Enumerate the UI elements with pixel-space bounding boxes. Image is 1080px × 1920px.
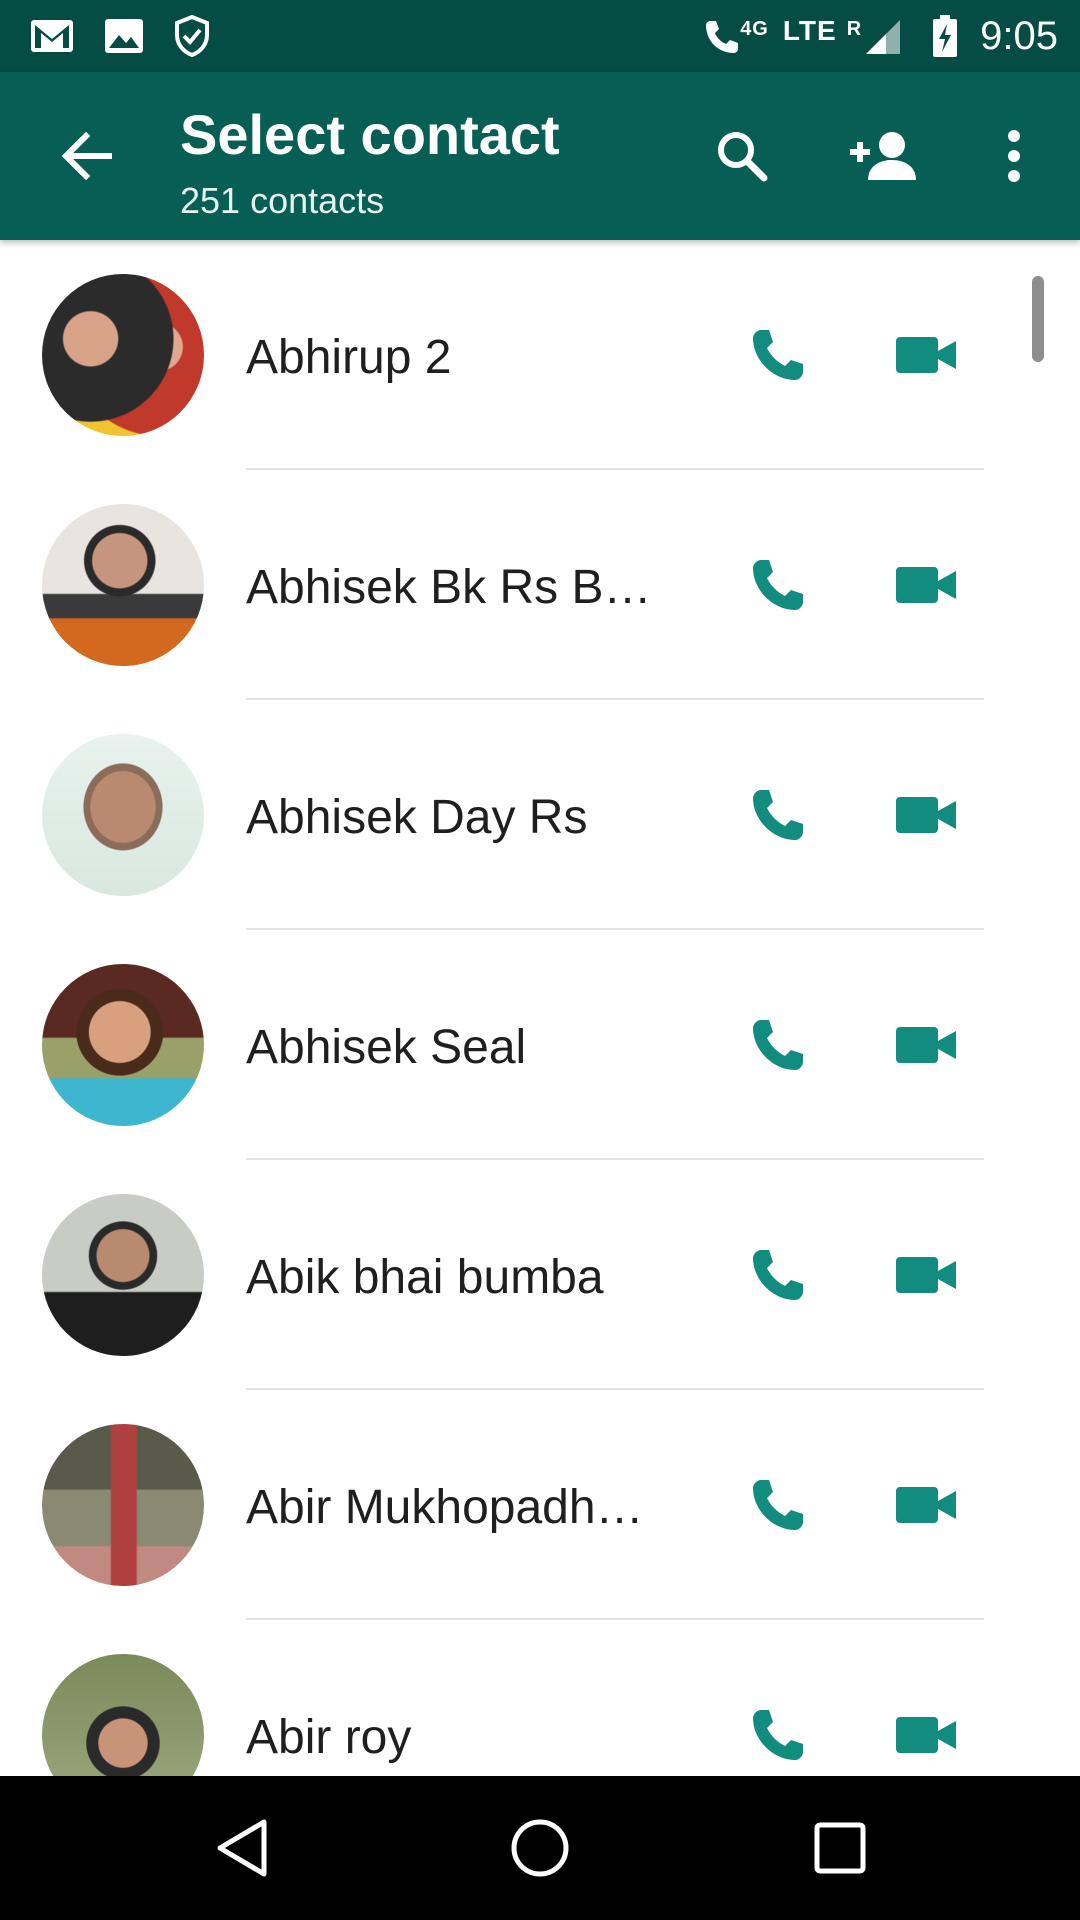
shield-check-icon — [174, 15, 210, 57]
contact-row[interactable]: Abhirup 2 — [0, 240, 1080, 470]
image-icon — [104, 18, 144, 54]
voice-call-button[interactable] — [738, 315, 818, 395]
contact-name: Abhirup 2 — [246, 331, 452, 384]
contact-row[interactable]: Abik bhai bumba — [0, 1160, 1080, 1390]
app-bar: Select contact 251 contacts — [0, 72, 1080, 240]
status-left — [30, 15, 240, 57]
nav-home-button[interactable] — [490, 1798, 590, 1898]
status-right: 4G LTE R 9:05 — [688, 14, 1058, 59]
videocam-icon — [896, 567, 956, 603]
gmail-icon — [30, 19, 74, 53]
video-call-button[interactable] — [886, 775, 966, 855]
nav-recents-button[interactable] — [790, 1798, 890, 1898]
videocam-icon — [896, 1487, 956, 1523]
phone-icon — [753, 330, 803, 380]
contact-name: Abik bhai bumba — [246, 1251, 604, 1304]
avatar — [42, 1194, 204, 1356]
voice-call-button[interactable] — [738, 1005, 818, 1085]
search-icon — [718, 132, 768, 182]
contact-name: Abir Mukhopadh… — [246, 1481, 644, 1534]
page-title: Select contact — [180, 103, 560, 166]
contact-count: 251 contacts — [180, 180, 385, 221]
videocam-icon — [896, 337, 956, 373]
phone-icon — [753, 1710, 803, 1760]
videocam-icon — [896, 1717, 956, 1753]
avatar — [42, 964, 204, 1126]
video-call-button[interactable] — [886, 1465, 966, 1545]
avatar — [42, 1424, 204, 1586]
phone-icon — [753, 1250, 803, 1300]
contact-row[interactable]: Abir Mukhopadh… — [0, 1390, 1080, 1620]
contact-row[interactable]: Abir roy — [0, 1620, 1080, 1776]
videocam-icon — [896, 797, 956, 833]
contact-row[interactable]: Abhisek Seal — [0, 930, 1080, 1160]
avatar — [42, 274, 204, 436]
avatar — [42, 1654, 204, 1776]
add-contact-button[interactable] — [844, 116, 924, 196]
scrollbar[interactable] — [1032, 276, 1044, 362]
contact-name: Abhisek Seal — [246, 1021, 527, 1074]
back-button[interactable] — [46, 116, 126, 196]
search-button[interactable] — [702, 116, 782, 196]
phone-icon — [753, 1480, 803, 1530]
more-options-button[interactable] — [974, 116, 1054, 196]
phone-icon — [753, 1020, 803, 1070]
voice-call-button[interactable] — [738, 1235, 818, 1315]
phone-icon — [753, 560, 803, 610]
network-type-label: 4G — [740, 17, 769, 40]
video-call-button[interactable] — [886, 315, 966, 395]
videocam-icon — [896, 1257, 956, 1293]
video-call-button[interactable] — [886, 1005, 966, 1085]
avatar — [42, 734, 204, 896]
voice-call-button[interactable] — [738, 775, 818, 855]
nav-back-button[interactable] — [192, 1798, 292, 1898]
arrow-back-icon — [61, 132, 112, 180]
lte-label: LTE — [782, 15, 837, 46]
videocam-icon — [896, 1027, 956, 1063]
video-call-button[interactable] — [886, 1235, 966, 1315]
add-contact-icon — [850, 132, 916, 180]
clock-time: 9:05 — [980, 13, 1058, 58]
contact-name: Abhisek Day Rs — [246, 791, 588, 844]
signal-icon — [862, 16, 902, 56]
roaming-label: R — [846, 17, 863, 40]
status-bar: 4G LTE R 9:05 — [0, 0, 1080, 72]
avatar — [42, 504, 204, 666]
contact-row[interactable]: Abhisek Day Rs — [0, 700, 1080, 930]
phone-icon — [753, 790, 803, 840]
contact-name: Abir roy — [246, 1711, 412, 1764]
voice-call-button[interactable] — [738, 545, 818, 625]
more-vert-icon — [1008, 130, 1020, 182]
navigation-bar — [0, 1776, 1080, 1920]
home-circle-icon — [511, 1819, 569, 1877]
contact-list[interactable]: Abhirup 2 Abhisek Bk Rs B… Abhisek Day R… — [0, 240, 1080, 1776]
voice-call-button[interactable] — [738, 1465, 818, 1545]
back-triangle-icon — [217, 1819, 267, 1877]
recents-square-icon — [814, 1822, 866, 1874]
contact-name: Abhisek Bk Rs B… — [246, 561, 652, 614]
video-call-button[interactable] — [886, 1695, 966, 1775]
battery-charging-icon — [932, 14, 958, 58]
video-call-button[interactable] — [886, 545, 966, 625]
voice-call-button[interactable] — [738, 1695, 818, 1775]
contact-row[interactable]: Abhisek Bk Rs B… — [0, 470, 1080, 700]
